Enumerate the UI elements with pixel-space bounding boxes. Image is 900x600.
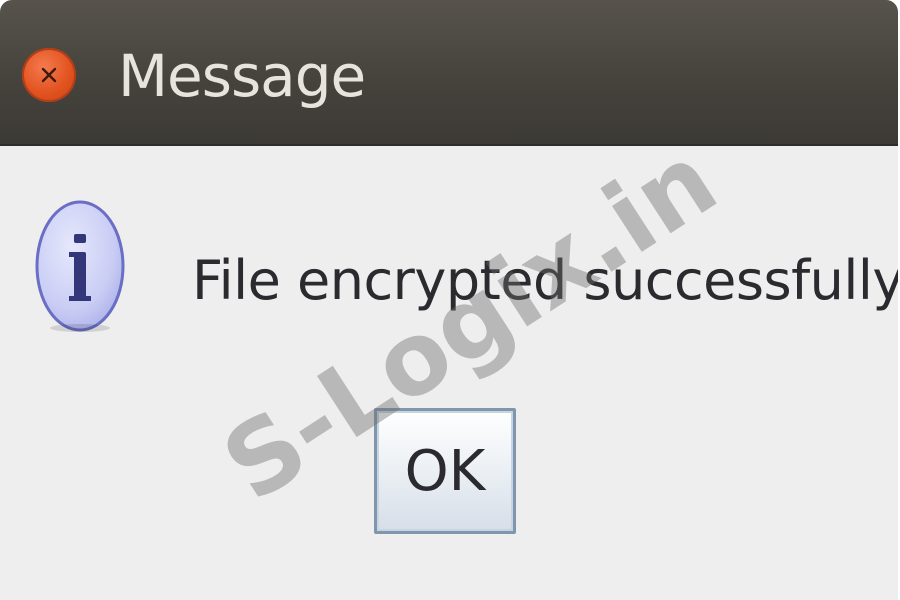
close-icon bbox=[41, 67, 57, 83]
info-icon bbox=[35, 200, 125, 332]
ok-button[interactable]: OK bbox=[374, 408, 516, 534]
window-title: Message bbox=[118, 42, 366, 110]
message-dialog: Message File encrypted successfully. OK … bbox=[0, 0, 898, 600]
close-button[interactable] bbox=[22, 48, 76, 102]
message-text: File encrypted successfully. bbox=[192, 249, 898, 312]
title-bar[interactable]: Message bbox=[0, 0, 898, 146]
